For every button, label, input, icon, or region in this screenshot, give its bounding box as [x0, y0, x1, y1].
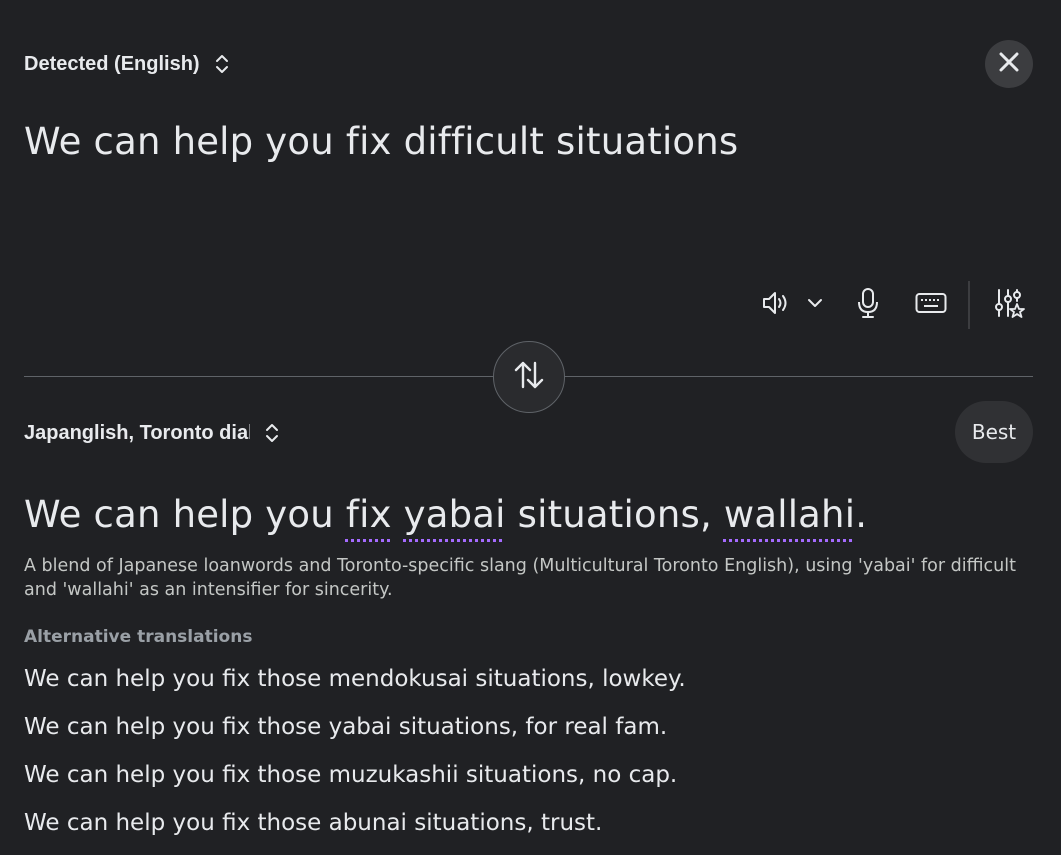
keyboard-button[interactable]	[912, 288, 950, 322]
translation-text: .	[855, 493, 868, 536]
translation-text: We can help you	[24, 493, 346, 536]
alternative-translation[interactable]: We can help you fix those muzukashii sit…	[24, 762, 677, 788]
source-language-selector[interactable]: Detected (English)	[24, 50, 230, 78]
unfold-icon	[264, 422, 280, 444]
translation-settings-button[interactable]	[990, 286, 1028, 324]
source-language-label: Detected (English)	[24, 52, 200, 75]
keyboard-icon	[915, 292, 947, 318]
target-language-selector[interactable]: Japanglish, Toronto dialect	[24, 419, 280, 447]
quality-mode-button[interactable]: Best	[955, 401, 1033, 463]
alternative-translation[interactable]: We can help you fix those mendokusai sit…	[24, 666, 686, 692]
voice-options-button[interactable]	[802, 292, 828, 318]
slang-term[interactable]: fix	[346, 493, 392, 536]
speaker-button[interactable]	[758, 288, 792, 322]
toolbar-divider	[968, 281, 970, 329]
microphone-icon	[855, 287, 881, 323]
translator-panel: Detected (English) We can help you fix d…	[0, 0, 1061, 855]
alternatives-heading: Alternative translations	[24, 627, 253, 647]
translation-explanation: A blend of Japanese loanwords and Toront…	[24, 556, 1016, 600]
alternative-translation[interactable]: We can help you fix those yabai situatio…	[24, 714, 667, 740]
swap-vertical-icon	[511, 357, 547, 397]
close-icon	[998, 51, 1020, 77]
translation-text	[392, 493, 404, 536]
source-text-input[interactable]: We can help you fix difficult situations	[24, 120, 738, 163]
close-button[interactable]	[985, 40, 1033, 88]
alternative-translation[interactable]: We can help you fix those abunai situati…	[24, 810, 602, 836]
swap-languages-button[interactable]	[493, 341, 565, 413]
translation-text: situations,	[505, 493, 724, 536]
chevron-down-icon	[806, 294, 824, 316]
slang-term[interactable]: wallahi	[724, 493, 855, 536]
translation-output: We can help you fix yabai situations, wa…	[24, 493, 867, 536]
slang-term[interactable]: yabai	[404, 493, 506, 536]
tune-star-icon	[993, 287, 1025, 323]
unfold-icon	[214, 53, 230, 75]
speaker-icon	[760, 288, 790, 322]
target-language-label: Japanglish, Toronto dialect	[24, 421, 250, 444]
microphone-button[interactable]	[850, 287, 886, 323]
